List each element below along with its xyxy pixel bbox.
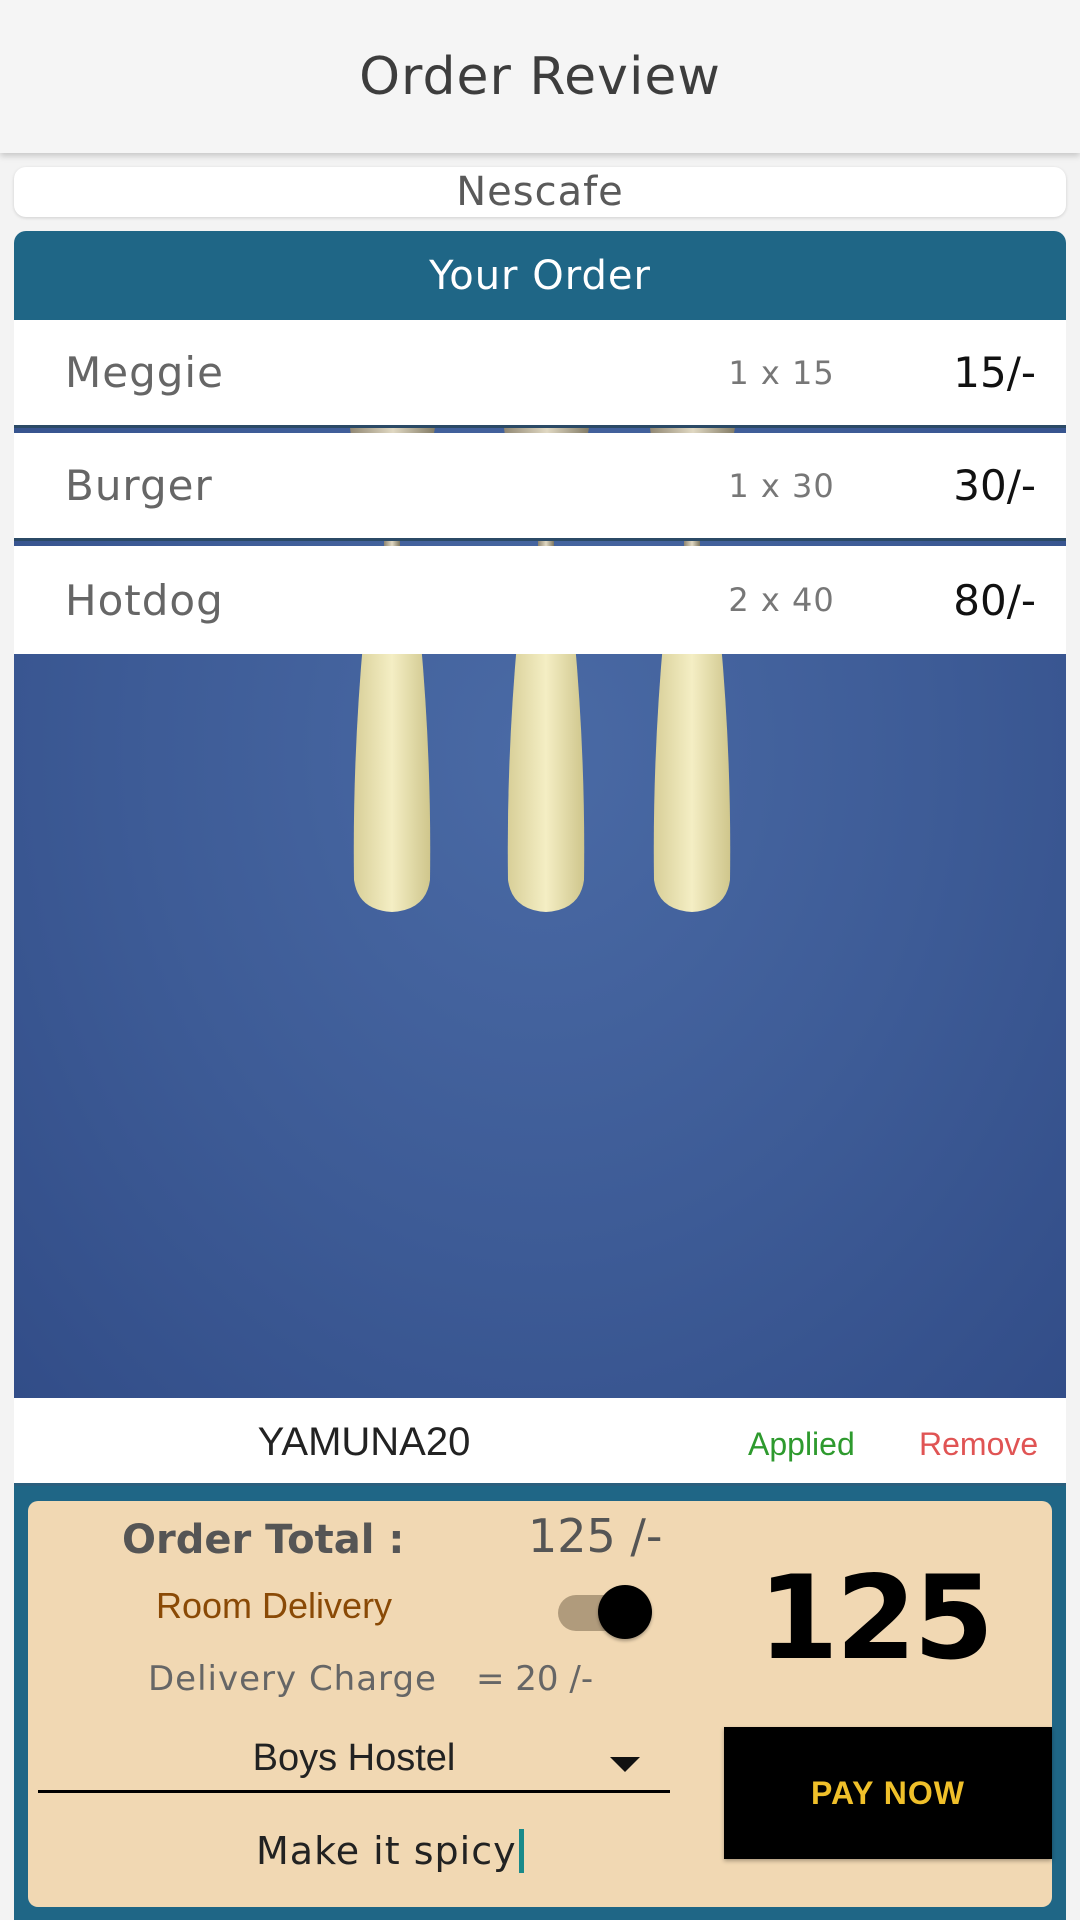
item-quantity: 1 x 30: [728, 466, 835, 505]
item-total: 80/-: [953, 575, 1036, 625]
item-quantity: 1 x 15: [728, 353, 835, 392]
page-title: Order Review: [359, 46, 721, 107]
order-card: Your Order Meggie 1 x 15 15/- Burger 1 x…: [14, 231, 1066, 1920]
order-card-header: Your Order: [429, 252, 651, 299]
coupon-code: YAMUNA20: [257, 1420, 471, 1464]
text-cursor: [518, 1829, 524, 1873]
item-total: 15/-: [953, 348, 1036, 397]
order-item-row[interactable]: Meggie 1 x 15 15/-: [14, 320, 1066, 428]
room-delivery-toggle[interactable]: [558, 1585, 652, 1639]
toggle-knob: [598, 1585, 652, 1639]
coupon-bar: YAMUNA20 Applied Remove: [14, 1398, 1066, 1486]
grand-total: 125: [758, 1551, 994, 1686]
item-total: 30/-: [953, 461, 1036, 510]
caret-down-icon[interactable]: [610, 1757, 640, 1772]
item-name: Hotdog: [65, 575, 224, 625]
delivery-charge-label: Delivery Charge: [148, 1659, 437, 1699]
item-name: Burger: [65, 461, 213, 510]
item-name: Meggie: [65, 348, 224, 397]
checkout-panel: Order Total : 125 /- Room Delivery Deliv…: [28, 1501, 1052, 1907]
order-item-row[interactable]: Hotdog 2 x 40 80/-: [14, 546, 1066, 654]
remove-coupon-button[interactable]: Remove: [919, 1426, 1038, 1463]
delivery-charge-value: = 20 /-: [476, 1659, 594, 1699]
order-note-text: Make it spicy: [256, 1829, 517, 1873]
room-delivery-label: Room Delivery: [156, 1585, 393, 1626]
pay-now-button[interactable]: PAY NOW: [724, 1727, 1052, 1859]
location-selected: Boys Hostel: [252, 1737, 456, 1779]
order-item-row[interactable]: Burger 1 x 30 30/-: [14, 433, 1066, 541]
location-dropdown[interactable]: Boys Hostel: [38, 1729, 670, 1793]
app-bar: Order Review: [0, 0, 1080, 153]
order-note-input[interactable]: Make it spicy: [256, 1825, 524, 1877]
item-quantity: 2 x 40: [728, 581, 835, 619]
coupon-applied-status: Applied: [748, 1426, 855, 1462]
order-review-page: Nescafe Your Order Meggie 1 x 15 15/- Bu…: [0, 153, 1080, 1920]
order-total-value: 125 /-: [528, 1509, 663, 1563]
order-total-label: Order Total :: [122, 1517, 405, 1563]
restaurant-name: Nescafe: [14, 167, 1066, 217]
